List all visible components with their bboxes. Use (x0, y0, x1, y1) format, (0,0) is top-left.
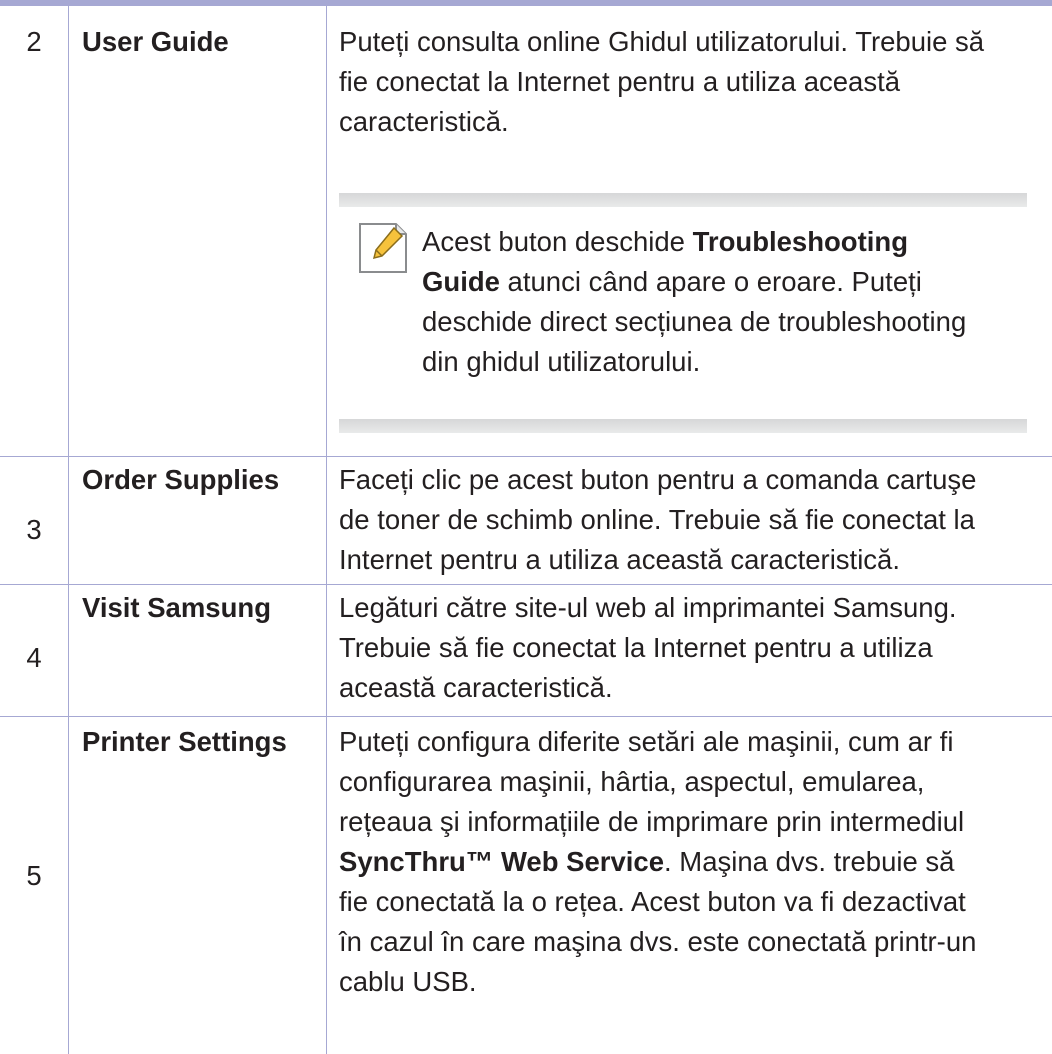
row-number: 2 (26, 26, 42, 57)
feature-name: Order Supplies (82, 464, 280, 495)
table-top-rule (0, 0, 1052, 6)
note-pencil-icon (359, 223, 407, 273)
column-divider-2 (326, 6, 327, 1054)
note-bottom-bar (339, 419, 1027, 433)
row-separator (0, 584, 1052, 585)
row-separator (0, 716, 1052, 717)
feature-description: Legături către site-ul web al imprimante… (339, 592, 957, 703)
document-page: 2 User Guide Puteți consulta online Ghid… (0, 0, 1052, 1054)
feature-description: Puteți consulta online Ghidul utilizator… (339, 26, 985, 137)
row-separator (0, 456, 1052, 457)
feature-description: Puteți configura diferite setări ale maş… (339, 726, 977, 997)
feature-name: User Guide (82, 26, 229, 57)
row-number: 4 (26, 642, 42, 673)
feature-description: Faceți clic pe acest buton pentru a coma… (339, 464, 977, 575)
row-number: 3 (26, 514, 42, 545)
feature-name: Visit Samsung (82, 592, 271, 623)
row-number: 5 (26, 860, 42, 891)
feature-name: Printer Settings (82, 726, 287, 757)
note-text: Acest buton deschide Troubleshooting Gui… (422, 226, 967, 377)
note-top-bar (339, 193, 1027, 207)
column-divider-1 (68, 6, 69, 1054)
